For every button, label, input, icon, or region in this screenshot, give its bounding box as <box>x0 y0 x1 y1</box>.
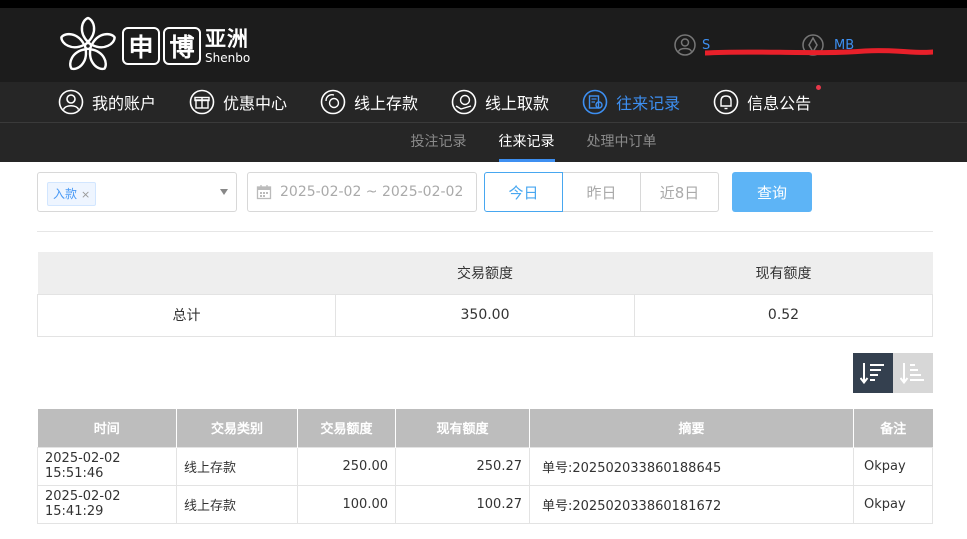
summary-header-row: 交易额度 现有额度 <box>37 252 933 294</box>
logo-en-text: Shenbo <box>205 50 251 65</box>
notification-dot <box>816 85 822 90</box>
summary-total-amount: 350.00 <box>335 293 635 337</box>
cell-amount: 250.00 <box>297 446 396 486</box>
quick-range-group: 今日 昨日 近8日 <box>484 172 719 212</box>
range-yesterday-button[interactable]: 昨日 <box>562 172 641 212</box>
date-range-input[interactable]: 2025-02-02 ~ 2025-02-02 <box>247 172 477 212</box>
deposit-icon <box>320 89 346 115</box>
tab-bet-records[interactable]: 投注记录 <box>395 123 483 162</box>
col-header-amount: 交易额度 <box>297 409 396 447</box>
bell-icon <box>713 89 739 115</box>
logo-char-1: 申 <box>122 27 160 65</box>
summary-header-empty <box>37 252 336 294</box>
nav-item-promotions[interactable]: 优惠中心 <box>189 89 287 115</box>
top-strip <box>0 0 967 8</box>
summary-total-balance: 0.52 <box>634 293 933 337</box>
records-table: 时间 交易类别 交易额度 现有额度 摘要 备注 2025-02-02 15:51… <box>37 409 933 524</box>
table-row: 2025-02-02 15:51:46 线上存款 250.00 250.27 单… <box>37 446 933 486</box>
col-header-time: 时间 <box>37 409 177 447</box>
nav-label-records: 往来记录 <box>616 94 681 113</box>
nav-item-announcements[interactable]: 信息公告 <box>713 85 822 115</box>
table-row: 2025-02-02 15:41:29 线上存款 100.00 100.27 单… <box>37 484 933 524</box>
filter-bar: 入款 × 2025-02-02 ~ 2025-02-02 今日 昨日 近8日 查询 <box>37 172 933 212</box>
date-range-text: 2025-02-02 ~ 2025-02-02 <box>280 184 464 200</box>
summary-total-label: 总计 <box>37 293 336 337</box>
sort-desc-button[interactable] <box>853 353 893 393</box>
query-button[interactable]: 查询 <box>732 172 812 212</box>
range-8days-button[interactable]: 近8日 <box>640 172 719 212</box>
type-tag: 入款 × <box>47 182 97 206</box>
cell-type: 线上存款 <box>176 446 298 486</box>
tab-pending-orders[interactable]: 处理中订单 <box>571 123 673 162</box>
cell-memo: 单号:202502033860181672 <box>529 484 854 524</box>
site-header: 申 博 亚洲 Shenbo S MB <box>0 8 967 82</box>
col-header-memo: 摘要 <box>529 409 854 447</box>
col-header-type: 交易类别 <box>176 409 298 447</box>
gift-icon <box>189 89 215 115</box>
summary-table: 交易额度 现有额度 总计 350.00 0.52 <box>37 252 933 337</box>
cell-time: 2025-02-02 15:41:29 <box>37 484 177 524</box>
cell-type: 线上存款 <box>176 484 298 524</box>
nav-item-records[interactable]: 往来记录 <box>582 89 680 115</box>
cell-note: Okpay <box>853 446 933 486</box>
summary-header-amount: 交易额度 <box>335 252 635 294</box>
nav-label-account: 我的账户 <box>92 94 157 113</box>
sort-asc-icon <box>900 363 924 385</box>
nav-item-deposit[interactable]: 线上存款 <box>320 89 418 115</box>
redaction-mark <box>705 48 933 56</box>
nav-label-promotions: 优惠中心 <box>223 94 288 113</box>
sort-buttons <box>853 353 933 393</box>
tag-close-icon[interactable]: × <box>81 188 90 201</box>
main-nav: 我的账户 优惠中心 线上存款 线上取款 往来记录 信息公告 <box>0 82 967 122</box>
brand-logo[interactable]: 申 博 亚洲 Shenbo <box>57 16 250 76</box>
calendar-icon <box>256 185 272 200</box>
type-tag-label: 入款 <box>53 187 78 201</box>
logo-char-2: 博 <box>163 27 201 65</box>
records-icon <box>582 89 608 115</box>
sort-desc-icon <box>860 363 884 385</box>
type-select[interactable]: 入款 × <box>37 172 237 212</box>
nav-label-announcements: 信息公告 <box>747 94 812 113</box>
cell-note: Okpay <box>853 484 933 524</box>
cell-time: 2025-02-02 15:51:46 <box>37 446 177 486</box>
range-today-button[interactable]: 今日 <box>484 172 563 212</box>
summary-header-balance: 现有额度 <box>634 252 933 294</box>
records-header-row: 时间 交易类别 交易额度 现有额度 摘要 备注 <box>37 409 933 447</box>
nav-label-withdraw: 线上取款 <box>485 94 550 113</box>
cell-balance: 250.27 <box>395 446 530 486</box>
chevron-down-icon[interactable] <box>220 189 228 195</box>
cell-balance: 100.27 <box>395 484 530 524</box>
user-icon <box>674 34 696 56</box>
cell-amount: 100.00 <box>297 484 396 524</box>
cell-memo: 单号:202502033860188645 <box>529 446 854 486</box>
col-header-note: 备注 <box>853 409 933 447</box>
nav-item-account[interactable]: 我的账户 <box>58 89 156 115</box>
nav-label-deposit: 线上存款 <box>354 94 419 113</box>
sort-asc-button[interactable] <box>893 353 933 393</box>
col-header-balance: 现有额度 <box>395 409 530 447</box>
tab-transaction-records[interactable]: 往来记录 <box>483 123 571 162</box>
nav-item-withdraw[interactable]: 线上取款 <box>451 89 549 115</box>
summary-total-row: 总计 350.00 0.52 <box>37 293 933 337</box>
logo-cn-text: 亚洲 <box>205 26 249 51</box>
sub-nav: 投注记录 往来记录 处理中订单 <box>0 122 967 162</box>
flower-logo-icon <box>60 16 116 71</box>
withdraw-icon <box>451 89 477 115</box>
divider <box>37 231 933 232</box>
user-circle-icon <box>58 89 84 115</box>
